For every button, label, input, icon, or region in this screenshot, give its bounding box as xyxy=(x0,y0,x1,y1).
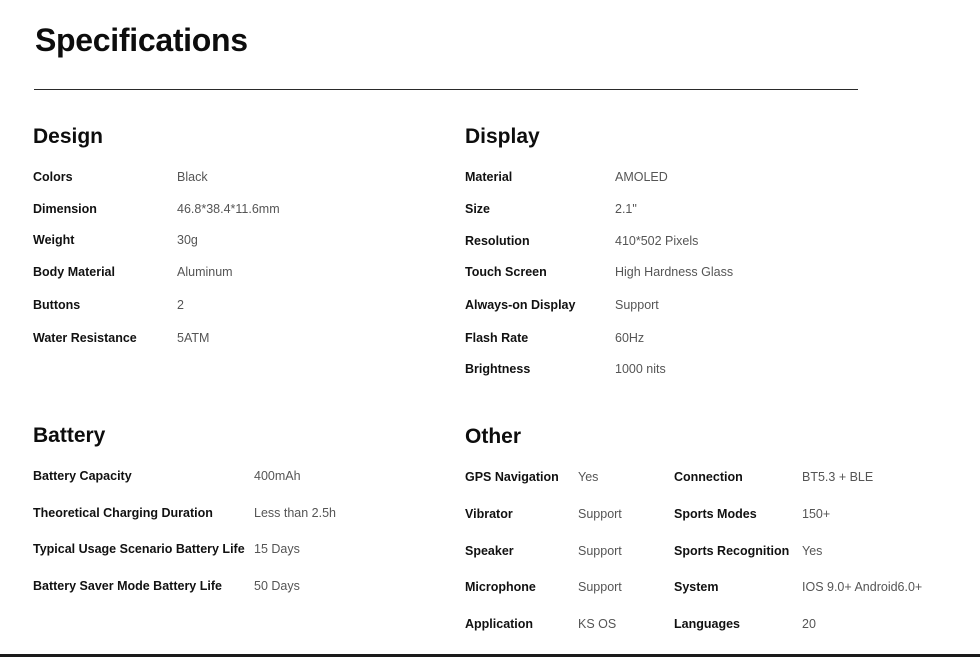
display-heading: Display xyxy=(465,125,540,148)
spec-value: 50 Days xyxy=(254,579,300,593)
spec-value: AMOLED xyxy=(615,170,668,184)
spec-value: Support xyxy=(578,507,622,521)
spec-label: Size xyxy=(465,202,491,216)
spec-label: Water Resistance xyxy=(33,331,137,345)
spec-label: Battery Capacity xyxy=(33,469,132,483)
spec-label: Always-on Display xyxy=(465,298,576,312)
spec-value: Black xyxy=(177,170,208,184)
spec-value: 20 xyxy=(802,617,816,631)
spec-value: Aluminum xyxy=(177,265,233,279)
spec-label: Body Material xyxy=(33,265,115,279)
spec-value: Less than 2.5h xyxy=(254,506,337,520)
spec-label: Material xyxy=(465,170,513,184)
spec-label: Sports Recognition xyxy=(674,544,790,558)
spec-value: 400mAh xyxy=(254,469,301,483)
spec-value: Yes xyxy=(578,470,599,484)
spec-label: Resolution xyxy=(465,234,530,248)
spec-value: 60Hz xyxy=(615,331,645,345)
spec-label: Battery Saver Mode Battery Life xyxy=(33,579,222,593)
spec-value: 1000 nits xyxy=(615,362,666,376)
spec-label: Theoretical Charging Duration xyxy=(33,506,213,520)
spec-label: Touch Screen xyxy=(465,265,547,279)
spec-value: Support xyxy=(615,298,659,312)
other-heading: Other xyxy=(465,425,522,448)
spec-value: 2.1" xyxy=(615,202,637,216)
spec-value: 15 Days xyxy=(254,542,300,556)
spec-value: High Hardness Glass xyxy=(615,265,734,279)
spec-label: System xyxy=(674,580,719,594)
spec-label: Connection xyxy=(674,470,743,484)
spec-value: 150+ xyxy=(802,507,831,521)
spec-value: BT5.3 + BLE xyxy=(802,470,874,484)
spec-label: Microphone xyxy=(465,580,536,594)
spec-label: Buttons xyxy=(33,298,81,312)
spec-value: 5ATM xyxy=(177,331,210,345)
spec-label: GPS Navigation xyxy=(465,470,559,484)
title-divider xyxy=(34,89,858,90)
spec-label: Dimension xyxy=(33,202,97,216)
spec-label: Brightness xyxy=(465,362,531,376)
spec-label: Flash Rate xyxy=(465,331,529,345)
spec-value: 46.8*38.4*11.6mm xyxy=(177,202,280,216)
design-heading: Design xyxy=(33,125,104,148)
spec-label: Languages xyxy=(674,617,740,631)
spec-label: Sports Modes xyxy=(674,507,757,521)
spec-value: Support xyxy=(578,544,622,558)
spec-label: Speaker xyxy=(465,544,514,558)
spec-value: Support xyxy=(578,580,622,594)
page-title: Specifications xyxy=(35,22,248,58)
spec-label: Colors xyxy=(33,170,73,184)
spec-label: Vibrator xyxy=(465,507,513,521)
battery-heading: Battery xyxy=(33,424,106,447)
spec-value: IOS 9.0+ Android6.0+ xyxy=(802,580,923,594)
spec-label: Application xyxy=(465,617,534,631)
spec-value: 410*502 Pixels xyxy=(615,234,699,248)
spec-value: Yes xyxy=(802,544,823,558)
spec-value: 30g xyxy=(177,233,198,247)
spec-label: Weight xyxy=(33,233,75,247)
spec-label: Typical Usage Scenario Battery Life xyxy=(33,542,245,556)
spec-value: 2 xyxy=(177,298,184,312)
spec-value: KS OS xyxy=(578,617,617,631)
